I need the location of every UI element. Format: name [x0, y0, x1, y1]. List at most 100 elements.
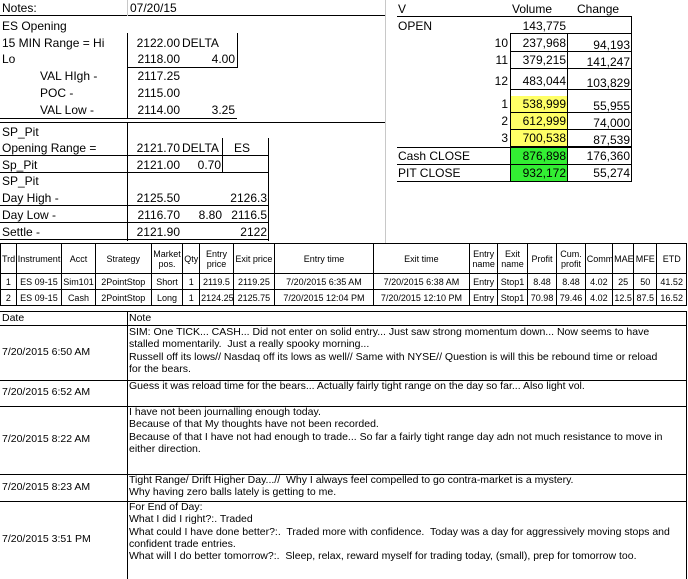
log-entry-note: Guess it was reload time for the bears..…: [129, 380, 585, 392]
day-high-label: Day High -: [2, 191, 59, 205]
volume-value: 612,999: [522, 114, 566, 128]
opening-range-value: 2121.70: [136, 141, 180, 155]
trade-row[interactable]: 2 ES 09-15 Cash 2PointStop Long 1 2124.25 2125.…: [0, 289, 687, 306]
val-high-label: VAL HIgh -: [40, 69, 98, 83]
trade-cell: 16.52: [656, 289, 687, 306]
es-opening-label: ES Opening: [2, 19, 67, 33]
log-entry-note: SIM: One TICK... CASH... Did not enter o…: [129, 326, 658, 375]
trade-cell: 7/20/2015 6:38 AM: [372, 273, 470, 290]
sp-es-label: ES: [234, 141, 251, 155]
log-entry-note: Tight Range/ Drift Higher Day...// Why I…: [129, 474, 574, 499]
trade-cell: 7/20/2015 6:35 AM: [273, 273, 374, 290]
trade-cell: 25: [612, 273, 635, 290]
trade-row[interactable]: 1 ES 09-15 Sim101 2PointStop Short 1 2119.5 211…: [0, 273, 687, 290]
sp-pit-title: SP_Pit: [2, 125, 39, 139]
trade-cell: Long: [150, 289, 184, 306]
trades-column-header[interactable]: Entry price: [199, 243, 234, 274]
pit-close-label: PIT CLOSE: [398, 166, 461, 180]
trade-cell: 2PointStop: [94, 289, 152, 306]
volume-hour: 1: [501, 97, 508, 111]
open-label: OPEN: [398, 19, 433, 33]
trade-cell: 12.5: [612, 289, 635, 306]
trades-column-header[interactable]: Comm: [584, 243, 614, 274]
val-delta-value: 3.25: [211, 103, 235, 117]
trades-column-header[interactable]: Exit price: [232, 243, 275, 274]
trades-column-header[interactable]: Qty: [182, 243, 201, 274]
day-high-es: 2126.3: [230, 191, 267, 205]
trade-cell: 1: [0, 273, 17, 290]
pit-close-volume: 932,172: [522, 166, 566, 180]
volume-header-change: Change: [577, 2, 620, 16]
val-low-value: 2114.00: [137, 103, 181, 117]
trades-column-header[interactable]: Market pos.: [150, 243, 184, 274]
trades-column-header[interactable]: ETD: [656, 243, 687, 274]
trades-column-header[interactable]: Entry time: [273, 243, 374, 274]
volume-header-v: V: [398, 2, 407, 16]
trades-column-header[interactable]: Cum. profit: [556, 243, 586, 274]
log-note-header: Note: [129, 312, 152, 324]
cash-close-label: Cash CLOSE: [398, 149, 471, 163]
trade-cell: 2124.25: [199, 289, 234, 306]
trades-column-header[interactable]: Trd: [0, 243, 17, 274]
trade-cell: Entry: [468, 289, 499, 306]
day-low-es: 2116.5: [231, 208, 267, 222]
volume-hour: 10: [494, 36, 508, 50]
trades-column-header[interactable]: Exit name: [497, 243, 528, 274]
settle-value: 2121.90: [136, 225, 180, 239]
trade-cell: Cash: [61, 289, 96, 306]
range-lo-label: Lo: [2, 52, 16, 66]
val-high-value: 2117.25: [137, 69, 181, 83]
sp-delta-label: DELTA: [182, 141, 219, 155]
trade-cell: 70.98: [526, 289, 558, 306]
trade-cell: ES 09-15: [15, 289, 63, 306]
trade-cell: 4.02: [584, 289, 614, 306]
trade-cell: 1: [182, 289, 201, 306]
trade-cell: 8.48: [526, 273, 558, 290]
volume-value: 538,999: [522, 97, 566, 111]
cash-close-volume: 876,898: [522, 149, 566, 163]
notes-date: 07/20/15: [130, 1, 177, 15]
trade-cell: 7/20/2015 12:10 PM: [372, 289, 470, 306]
trades-column-header[interactable]: Profit: [526, 243, 558, 274]
trade-cell: Stop1: [497, 273, 528, 290]
log-entry-note: For End of Day: What I did I right?:. Tr…: [129, 501, 670, 563]
val-low-label: VAL Low -: [40, 103, 95, 117]
trades-column-header[interactable]: MAE: [612, 243, 635, 274]
range-delta-value: 4.00: [211, 52, 235, 66]
trade-cell: 2125.75: [232, 289, 275, 306]
trade-cell: Entry: [468, 273, 499, 290]
volume-value: 700,538: [522, 131, 566, 145]
trade-cell: 41.52: [656, 273, 687, 290]
trade-cell: Sim101: [61, 273, 96, 290]
trade-cell: 50: [633, 273, 658, 290]
open-volume: 143,775: [522, 19, 566, 33]
trade-cell: 2119.25: [232, 273, 275, 290]
trade-cell: Stop1: [497, 289, 528, 306]
trades-column-header[interactable]: MFE: [633, 243, 658, 274]
settle-label: Settle -: [2, 225, 41, 239]
trade-cell: 7/20/2015 12:04 PM: [273, 289, 374, 306]
day-low-delta: 8.80: [198, 208, 222, 222]
trade-cell: 8.48: [556, 273, 586, 290]
delta-label: DELTA: [182, 36, 219, 50]
trades-column-header[interactable]: Instrument: [15, 243, 63, 274]
sp-pit-row-value: 2121.00: [136, 158, 180, 172]
trades-header-row: Trd Instrument Acct Strategy Market pos. Qty E…: [0, 243, 687, 274]
volume-hour: 3: [501, 131, 508, 145]
volume-value: 237,968: [522, 36, 566, 50]
poc-value: 2115.00: [137, 86, 181, 100]
day-low-label: Day Low -: [2, 208, 57, 222]
trades-column-header[interactable]: Entry name: [468, 243, 499, 274]
trade-cell: 87.5: [633, 289, 658, 306]
trades-column-header[interactable]: Exit time: [372, 243, 470, 274]
settle-es: 2122: [240, 225, 267, 239]
trades-column-header[interactable]: Acct: [61, 243, 96, 274]
sp-pit-title-2: SP_Pit: [2, 174, 39, 188]
log-entry-date: 7/20/2015 8:22 AM: [2, 433, 91, 445]
day-low-value: 2116.70: [137, 208, 181, 222]
trades-column-header[interactable]: Strategy: [94, 243, 152, 274]
sp-pit-row-delta: 0.70: [197, 158, 221, 172]
range-hi-label: 15 MIN Range = Hi: [2, 36, 105, 50]
log-entry-date: 7/20/2015 6:52 AM: [2, 386, 91, 398]
volume-hour: 12: [494, 74, 508, 88]
